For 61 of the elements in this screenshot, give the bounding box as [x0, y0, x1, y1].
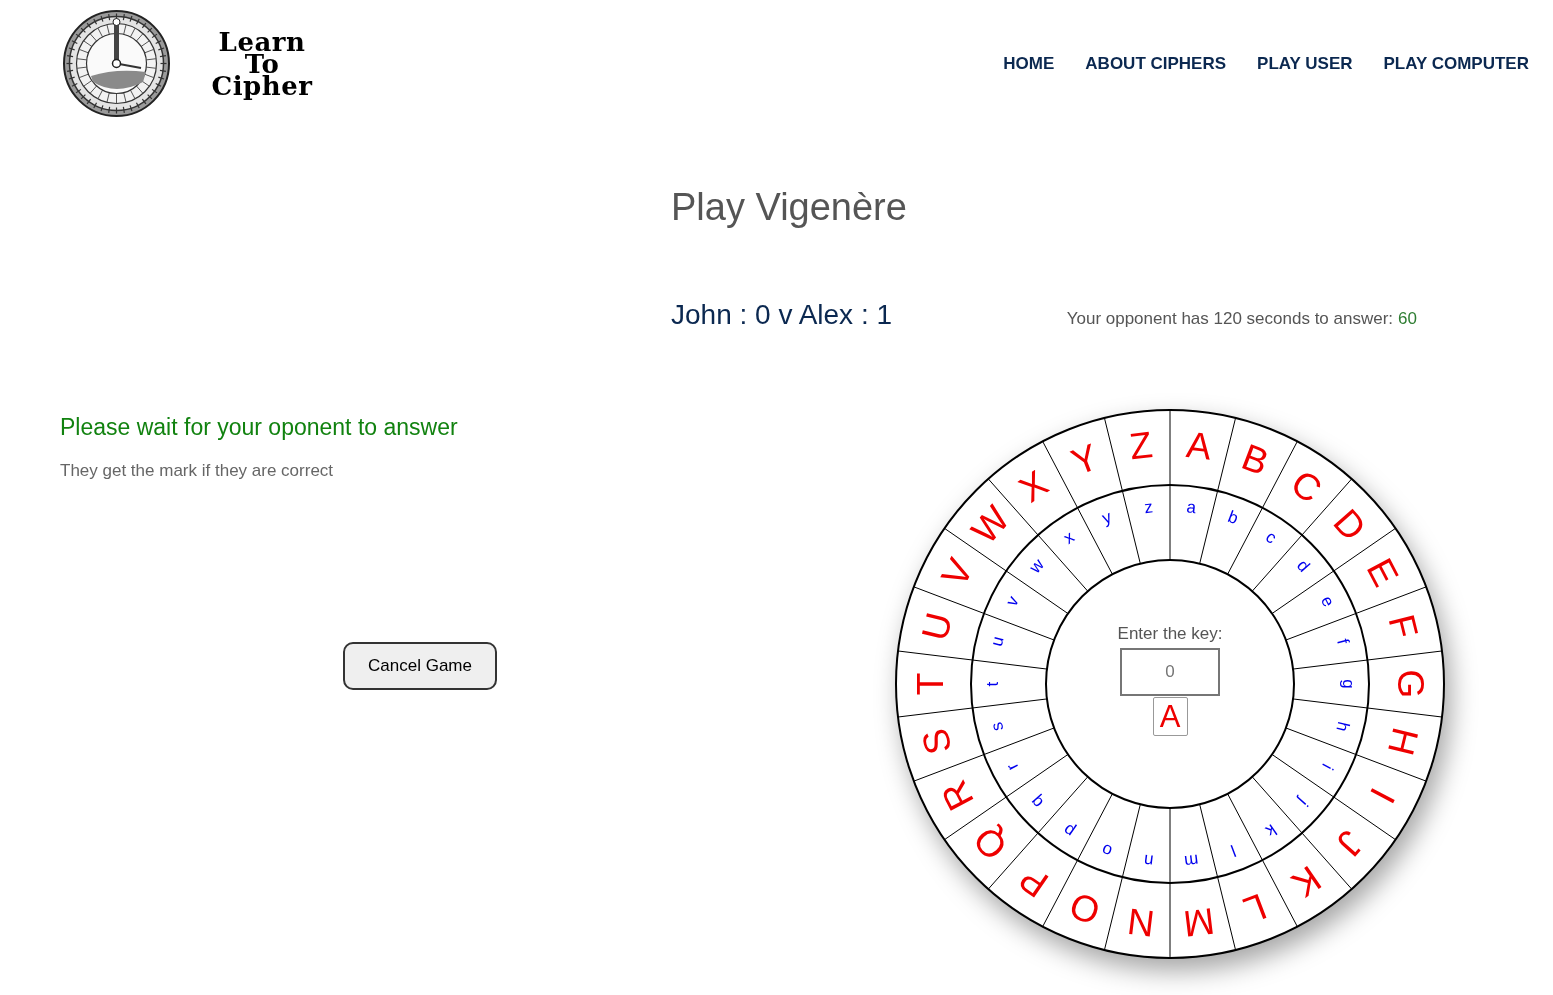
outer-ring-letter: A: [1184, 423, 1214, 468]
inner-ring-letter: m: [1183, 850, 1200, 871]
cancel-game-button[interactable]: Cancel Game: [343, 642, 497, 690]
inner-ring-letter: h: [1332, 719, 1354, 734]
outer-ring-letter: E: [1358, 552, 1407, 593]
outer-ring-letter: Z: [1127, 424, 1155, 468]
score-text: John : 0 v Alex : 1: [671, 298, 893, 332]
nav-link[interactable]: PLAY COMPUTER: [1383, 50, 1529, 77]
inner-ring-letter: k: [1262, 820, 1280, 841]
outer-ring-letter: T: [909, 672, 951, 696]
inner-ring-letter: c: [1262, 527, 1280, 548]
outer-ring-letter: G: [1389, 669, 1431, 699]
outer-ring-letter: R: [933, 774, 982, 817]
inner-ring-letter: l: [1228, 840, 1239, 860]
outer-ring-letter: Y: [1066, 436, 1104, 484]
countdown-seconds: 60: [1398, 308, 1417, 330]
inner-ring-letter: p: [1059, 820, 1079, 841]
key-letter: A: [1152, 697, 1188, 736]
outer-ring-letter: V: [933, 552, 982, 593]
outer-ring-letter: B: [1236, 436, 1274, 484]
inner-ring-letter: s: [986, 720, 1008, 733]
inner-ring-letter: a: [1185, 497, 1198, 518]
inner-ring-letter: z: [1143, 497, 1154, 518]
nav-link[interactable]: ABOUT CIPHERS: [1085, 50, 1227, 77]
inner-ring-letter: o: [1099, 839, 1115, 861]
status-message: Please wait for your oponent to answer: [60, 413, 458, 441]
key-input[interactable]: 0: [1120, 648, 1220, 696]
inner-ring-letter: q: [1026, 792, 1047, 812]
inner-ring-letter: g: [1338, 679, 1358, 689]
inner-ring-letter: t: [982, 681, 1002, 687]
inner-ring-letter: d: [1293, 556, 1314, 576]
inner-ring-letter: v: [1002, 593, 1023, 610]
inner-ring-letter: i: [1318, 760, 1337, 773]
page-title: Play Vigenère: [671, 185, 908, 230]
outer-ring-letter: J: [1328, 822, 1372, 864]
inner-ring-letter: u: [986, 634, 1008, 649]
inner-ring-letter: n: [1142, 850, 1155, 871]
inner-ring-letter: r: [1002, 759, 1023, 774]
outer-ring-letter: O: [1064, 884, 1106, 933]
inner-ring-letter: y: [1099, 507, 1115, 528]
outer-ring-letter: S: [914, 724, 960, 759]
inner-ring-letter: b: [1225, 507, 1241, 529]
inner-ring-letter: e: [1317, 592, 1339, 610]
inner-ring-letter: j: [1294, 794, 1312, 810]
outer-ring-letter: N: [1125, 900, 1157, 945]
status-note: They get the mark if they are correct: [60, 460, 334, 482]
nav-link[interactable]: HOME: [1003, 50, 1055, 77]
outer-ring-letter: U: [913, 608, 961, 645]
cipher-wheel-logo-icon: [63, 10, 170, 117]
outer-ring-letter: H: [1379, 723, 1427, 760]
inner-ring-letter: x: [1060, 527, 1078, 548]
outer-ring-letter: I: [1361, 781, 1404, 810]
outer-ring-letter: M: [1181, 900, 1217, 945]
outer-ring-letter: K: [1284, 857, 1329, 906]
outer-ring-letter: L: [1238, 885, 1272, 932]
key-label: Enter the key:: [1117, 623, 1223, 645]
outer-ring-letter: F: [1380, 610, 1426, 643]
inner-ring-letter: w: [1025, 555, 1048, 577]
nav-link[interactable]: PLAY USER: [1257, 50, 1353, 77]
timer-label: Your opponent has 120 seconds to answer:: [1066, 308, 1394, 330]
inner-ring-letter: f: [1333, 636, 1353, 646]
